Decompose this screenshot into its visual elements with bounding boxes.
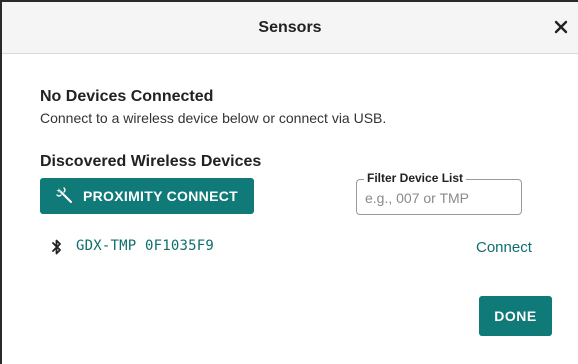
- no-devices-heading: No Devices Connected: [40, 88, 214, 105]
- discovered-devices-heading: Discovered Wireless Devices: [40, 153, 262, 170]
- dialog-titlebar: Sensors: [2, 2, 578, 54]
- sensors-dialog: Sensors No Devices Connected Connect to …: [0, 0, 578, 364]
- connect-device-link[interactable]: Connect: [476, 239, 532, 256]
- bluetooth-icon: [50, 238, 64, 256]
- filter-device-label: Filter Device List: [364, 171, 467, 186]
- proximity-connect-label: PROXIMITY CONNECT: [83, 188, 238, 204]
- filter-device-input[interactable]: [365, 187, 515, 209]
- proximity-wand-icon: [56, 187, 74, 205]
- connection-instructions: Connect to a wireless device below or co…: [40, 110, 387, 126]
- proximity-connect-button[interactable]: PROXIMITY CONNECT: [40, 178, 254, 214]
- dialog-title: Sensors: [258, 19, 322, 36]
- filter-device-field[interactable]: Filter Device List: [356, 171, 522, 215]
- close-icon[interactable]: [550, 16, 572, 38]
- done-button[interactable]: DONE: [479, 296, 552, 336]
- device-name: GDX-TMP 0F1035F9: [76, 238, 215, 254]
